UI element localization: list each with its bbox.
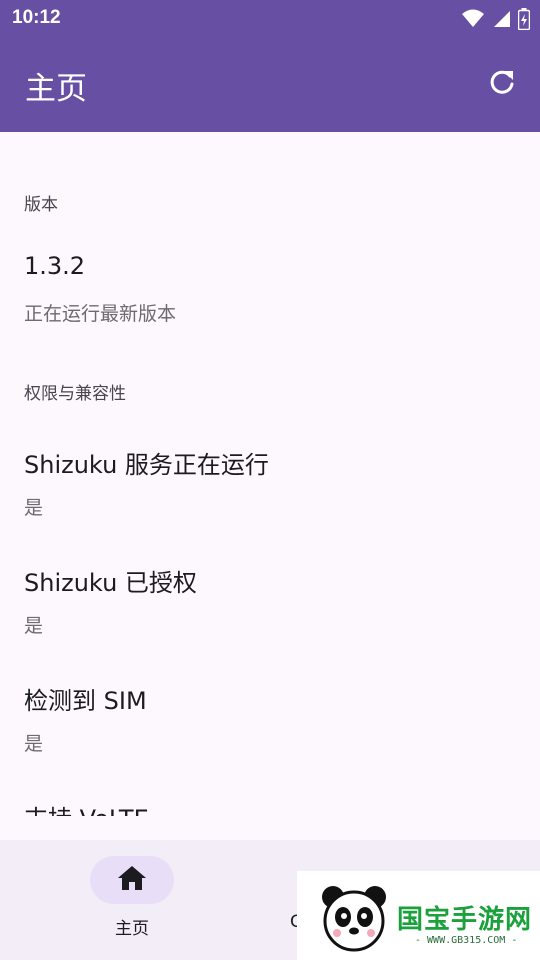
content-list[interactable]: 版本 1.3.2 正在运行最新版本 权限与兼容性 Shizuku 服务正在运行 … xyxy=(0,132,540,816)
list-item-subtitle: 是 xyxy=(24,497,44,519)
section-header-version: 版本 xyxy=(24,195,58,215)
signal-icon xyxy=(492,9,510,33)
wifi-icon xyxy=(462,9,484,33)
watermark-brand: 国宝手游网 xyxy=(397,905,533,935)
panda-logo-icon xyxy=(319,883,389,957)
nav-item-home[interactable]: 主页 xyxy=(90,840,174,939)
refresh-icon xyxy=(488,68,516,100)
list-item-title: 支持 VoLTE xyxy=(24,799,149,816)
status-bar: 10:12 xyxy=(0,0,540,36)
list-item-subtitle: 是 xyxy=(24,615,44,637)
home-icon xyxy=(117,865,147,895)
section-header-permissions: 权限与兼容性 xyxy=(24,384,126,404)
watermark: 国宝手游网 - WWW.GB315.COM - xyxy=(297,871,540,960)
battery-icon xyxy=(517,8,531,34)
app-bar: 主页 xyxy=(0,36,540,132)
status-icons xyxy=(462,8,531,34)
list-item-title: 1.3.2 xyxy=(24,252,86,280)
status-time: 10:12 xyxy=(12,7,61,28)
list-item-title: Shizuku 已授权 xyxy=(24,569,197,597)
list-item-title: Shizuku 服务正在运行 xyxy=(24,451,269,479)
list-item-subtitle: 是 xyxy=(24,733,44,755)
nav-label-home: 主页 xyxy=(115,919,149,939)
watermark-url: - WWW.GB315.COM - xyxy=(415,935,518,946)
refresh-button[interactable] xyxy=(482,64,522,104)
list-item-title: 检测到 SIM xyxy=(24,687,147,715)
list-item-subtitle: 正在运行最新版本 xyxy=(24,303,177,325)
page-title: 主页 xyxy=(25,71,87,107)
nav-indicator xyxy=(90,856,174,904)
